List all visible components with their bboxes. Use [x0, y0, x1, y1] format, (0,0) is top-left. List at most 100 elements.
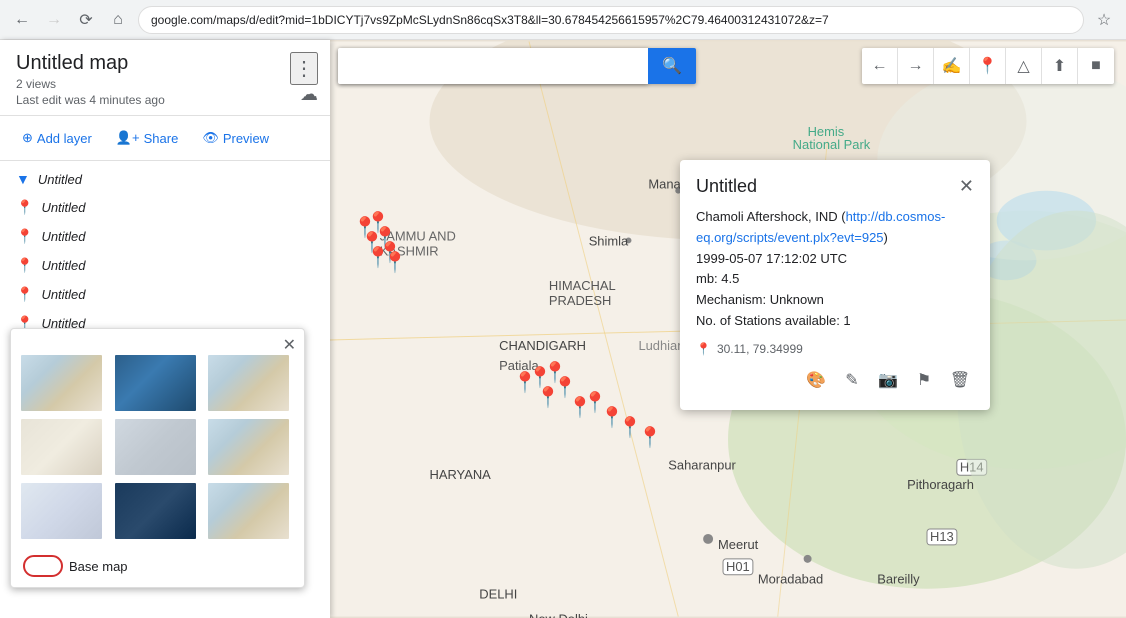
sidebar: Untitled map 2 views Last edit was 4 min… — [0, 40, 330, 618]
marker-tool-button[interactable]: 📍 — [970, 48, 1006, 84]
preview-label: Preview — [223, 131, 269, 146]
sidebar-header: Untitled map 2 views Last edit was 4 min… — [0, 40, 330, 116]
popup-body: Chamoli Aftershock, IND (http://db.cosmo… — [696, 207, 974, 332]
basemap-label: Base map — [69, 559, 128, 574]
layer-name: Untitled — [41, 287, 85, 302]
sidebar-title-group: Untitled map 2 views Last edit was 4 min… — [16, 52, 165, 107]
layer-name: Untitled — [41, 229, 85, 244]
svg-text:Meerut: Meerut — [718, 537, 759, 552]
svg-text:Shimla: Shimla — [589, 233, 629, 248]
basemap-thumb-2[interactable] — [113, 353, 198, 413]
bookmark-button[interactable]: ☆ — [1092, 8, 1116, 32]
shape-tool-button[interactable]: △ — [1006, 48, 1042, 84]
popup-mb: mb: 4.5 — [696, 269, 974, 290]
layer-name: Untitled — [41, 258, 85, 273]
share-button[interactable]: 👤+ Share — [106, 124, 188, 152]
home-button[interactable]: ⌂ — [106, 8, 130, 32]
popup-close-button[interactable]: ✕ — [959, 176, 974, 197]
cloud-save-icon: ☁ — [300, 84, 318, 105]
more-options-button[interactable]: ⋮ — [290, 52, 318, 85]
basemap-footer: Base map — [11, 549, 304, 587]
add-layer-button[interactable]: ⊕ Add layer — [12, 124, 102, 152]
basemap-thumb-4[interactable] — [19, 417, 104, 477]
flag-action-button[interactable]: ⚑ — [910, 366, 938, 394]
popup-mechanism: Mechanism: Unknown — [696, 290, 974, 311]
layer-name: Untitled — [38, 172, 82, 187]
delete-action-button[interactable]: 🗑 — [946, 366, 974, 394]
layer-item[interactable]: 📍 Untitled — [0, 280, 330, 309]
sidebar-title-row: Untitled map 2 views Last edit was 4 min… — [16, 52, 318, 107]
map-tools-bar: ← → ✍ 📍 △ ⬆ ■ — [862, 48, 1114, 84]
reload-button[interactable]: ⟳ — [74, 8, 98, 32]
address-bar[interactable]: google.com/maps/d/edit?mid=1bDICYTj7vs9Z… — [138, 6, 1084, 34]
layer-pin-icon: 📍 — [16, 286, 33, 303]
map-pin[interactable]: 📍 — [383, 250, 408, 275]
layer-item[interactable]: 📍 Untitled — [0, 193, 330, 222]
popup-close-paren: ) — [884, 230, 888, 245]
redo-tool-button[interactable]: → — [898, 48, 934, 84]
views-count: 2 views — [16, 77, 165, 91]
basemap-thumb-1[interactable] — [19, 353, 104, 413]
basemap-grid — [11, 329, 304, 549]
svg-text:DELHI: DELHI — [479, 587, 517, 602]
basemap-thumb-5[interactable] — [113, 417, 198, 477]
pan-tool-button[interactable]: ✍ — [934, 48, 970, 84]
edit-action-button[interactable]: ✎ — [838, 366, 866, 394]
preview-button[interactable]: 👁 Preview — [192, 124, 279, 152]
popup-location-text: Chamoli Aftershock, IND — [696, 209, 838, 224]
forward-button[interactable]: → — [42, 8, 66, 32]
share-icon: 👤+ — [116, 130, 140, 146]
layer-item[interactable]: 📍 Untitled — [0, 222, 330, 251]
url-text: google.com/maps/d/edit?mid=1bDICYTj7vs9Z… — [151, 13, 829, 27]
layer-pin-icon: 📍 — [16, 257, 33, 274]
popup-title: Untitled — [696, 176, 757, 197]
basemap-close-button[interactable]: ✕ — [283, 335, 296, 355]
basemap-panel: ✕ Base map — [10, 328, 305, 588]
map-pin[interactable]: 📍 — [536, 385, 561, 410]
svg-text:National Park: National Park — [793, 137, 871, 152]
share-label: Share — [144, 131, 179, 146]
svg-text:HARYANA: HARYANA — [430, 467, 492, 482]
coords-text: 30.11, 79.34999 — [717, 342, 803, 356]
basemap-thumb-7[interactable] — [19, 481, 104, 541]
info-popup: Untitled ✕ Chamoli Aftershock, IND (http… — [680, 160, 990, 410]
svg-text:H01: H01 — [726, 559, 750, 574]
layer-pin-icon: 📍 — [16, 199, 33, 216]
basemap-thumb-6[interactable] — [206, 417, 291, 477]
layer-name: Untitled — [41, 200, 85, 215]
back-button[interactable]: ← — [10, 8, 34, 32]
popup-location: Chamoli Aftershock, IND (http://db.cosmo… — [696, 207, 974, 249]
svg-text:CHANDIGARH: CHANDIGARH — [499, 338, 586, 353]
map-area[interactable]: Manali Shimla CHANDIGARH Patiala Ludhian… — [330, 40, 1126, 618]
map-search-button[interactable]: 🔍 — [648, 48, 696, 84]
measure-tool-button[interactable]: ■ — [1078, 48, 1114, 84]
add-layer-label: Add layer — [37, 131, 92, 146]
basemap-circle-indicator — [23, 555, 63, 577]
direction-tool-button[interactable]: ⬆ — [1042, 48, 1078, 84]
popup-stations: No. of Stations available: 1 — [696, 311, 974, 332]
map-search-input[interactable] — [338, 48, 648, 84]
undo-tool-button[interactable]: ← — [862, 48, 898, 84]
basemap-thumb-3[interactable] — [206, 353, 291, 413]
add-layer-icon: ⊕ — [22, 130, 33, 146]
svg-text:Pithoragarh: Pithoragarh — [907, 477, 974, 492]
popup-header: Untitled ✕ — [696, 176, 974, 197]
preview-icon: 👁 — [202, 130, 219, 146]
basemap-thumb-9[interactable] — [206, 481, 291, 541]
main-container: Untitled map 2 views Last edit was 4 min… — [0, 40, 1126, 618]
style-action-button[interactable]: 🎨 — [802, 366, 830, 394]
layer-pin-icon: ▼ — [16, 171, 30, 187]
map-title: Untitled map — [16, 52, 165, 75]
layer-item[interactable]: 📍 Untitled — [0, 251, 330, 280]
popup-actions: 🎨 ✎ 📷 ⚑ 🗑 — [696, 366, 974, 394]
coords-pin-icon: 📍 — [696, 342, 711, 356]
photo-action-button[interactable]: 📷 — [874, 366, 902, 394]
search-icon: 🔍 — [662, 56, 682, 76]
basemap-thumb-8[interactable] — [113, 481, 198, 541]
svg-text:Bareilly: Bareilly — [877, 572, 920, 587]
map-pin[interactable]: 📍 — [638, 425, 663, 450]
svg-text:PRADESH: PRADESH — [549, 293, 611, 308]
layer-pin-icon: 📍 — [16, 228, 33, 245]
svg-text:H13: H13 — [930, 529, 954, 544]
layer-item[interactable]: ▼ Untitled — [0, 165, 330, 193]
